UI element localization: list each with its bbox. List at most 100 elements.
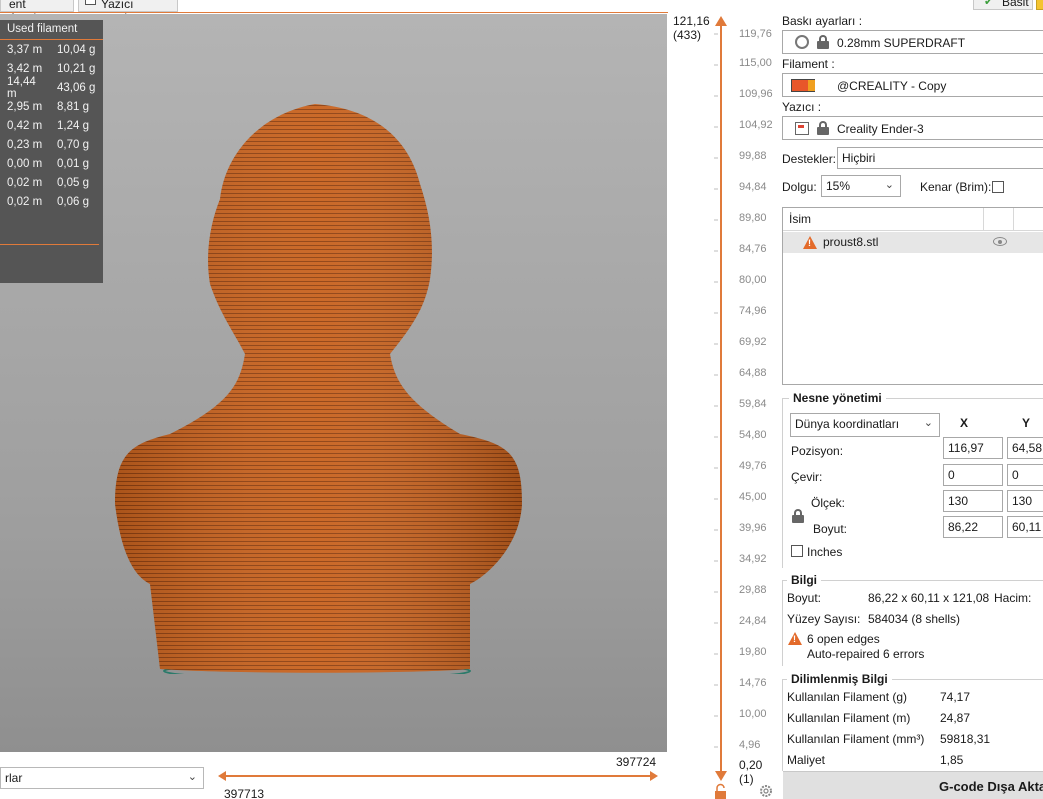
filament-select[interactable]: @CREALITY - Copy [782, 73, 1043, 97]
filament-value: @CREALITY - Copy [837, 79, 947, 93]
name-column-header[interactable]: İsim [789, 212, 811, 226]
export-gcode-label: G-code Dışa Aktar [939, 779, 1043, 794]
layer-tick-label: 14,76 [739, 677, 767, 689]
layer-tick-label: 49,76 [739, 460, 767, 472]
print-settings-select[interactable]: 0.28mm SUPERDRAFT [782, 30, 1043, 54]
horizontal-move-slider[interactable] [218, 770, 658, 782]
layer-tick-label: 64,88 [739, 367, 767, 379]
filament-label: Filament : [782, 57, 835, 71]
legend-row: 2,95 m 8,81 g [0, 97, 103, 116]
position-y-input[interactable]: 64,58 [1007, 437, 1043, 459]
size-y-input[interactable]: 60,11 [1007, 516, 1043, 538]
layer-tick-label: 34,92 [739, 553, 767, 565]
coordinate-system-select[interactable]: Dünya koordinatları ⌄ [790, 413, 940, 437]
infill-select[interactable]: 15% ⌄ [821, 175, 901, 197]
lower-thumb[interactable] [715, 771, 727, 781]
layer-tick-label: 10,00 [739, 708, 767, 720]
filament-color-icon [791, 79, 815, 92]
legend-length: 3,42 m [7, 62, 43, 75]
legend-weight: 0,70 g [57, 138, 89, 151]
gear-icon [795, 35, 809, 49]
lock-icon [817, 35, 829, 49]
check-icon: ✔ [984, 0, 994, 8]
scale-label: Ölçek: [811, 496, 846, 510]
scale-lock-icon[interactable] [792, 509, 804, 523]
printer-icon [795, 122, 809, 135]
position-x-input[interactable]: 116,97 [943, 437, 1003, 459]
print-settings-label: Baskı ayarları : [782, 14, 863, 28]
legend-length: 0,02 m [7, 176, 43, 189]
settings-gear-icon[interactable] [759, 784, 773, 798]
position-x-value: 116,97 [948, 441, 984, 455]
layer-bottom-readout: 0,20 (1) [739, 758, 762, 786]
size-x-input[interactable]: 86,22 [943, 516, 1003, 538]
infill-value: 15% [826, 179, 851, 193]
rotate-x-input[interactable]: 0 [943, 464, 1003, 486]
warning-icon [788, 632, 802, 645]
scale-x-value: 130 [948, 494, 969, 508]
layer-top-readout: 121,16 (433) [673, 14, 710, 42]
basic-mode-button[interactable]: ✔ Basit [973, 0, 1033, 10]
y-axis-header: Y [1022, 416, 1031, 430]
3d-preview-viewport[interactable]: Used filament 3,37 m 10,04 g 3,42 m 10,21 … [0, 14, 667, 752]
used-filament-mm3-value: 59818,31 [940, 732, 991, 746]
scale-y-input[interactable]: 130 [1007, 490, 1043, 512]
layer-tick-label: 74,96 [739, 305, 767, 317]
legend-length: 2,95 m [7, 100, 43, 113]
layer-slider-panel: 121,16 (433) 119,76 115,00 109,96 104,92 … [668, 14, 780, 799]
legend-length: 0,42 m [7, 119, 43, 132]
legend-length: 0,02 m [7, 195, 43, 208]
chevron-down-icon: ⌄ [923, 417, 933, 429]
tab-printer-settings[interactable]: Yazıcı ayarları [78, 0, 178, 25]
warning-icon[interactable] [803, 236, 817, 249]
view-type-select[interactable]: rlar ⌄ [0, 767, 204, 789]
export-gcode-button[interactable]: G-code Dışa Aktar [783, 771, 1043, 799]
lock-icon [817, 121, 829, 135]
layer-tick-label: 69,92 [739, 336, 767, 348]
object-list[interactable]: İsim proust8.stl [782, 207, 1043, 385]
position-y-value: 64,58 [1012, 441, 1043, 455]
layer-tick-label: 19,80 [739, 646, 767, 658]
facets-value: 584034 (8 shells) [868, 612, 961, 626]
app-window: ent Ayarları Yazıcı ayarları Used filame… [0, 0, 1043, 799]
auto-repaired-text: Auto-repaired 6 errors [807, 647, 925, 661]
facets-label: Yüzey Sayısı: [787, 612, 861, 626]
layer-tick-label: 119,76 [739, 28, 772, 40]
object-row[interactable]: proust8.stl [783, 232, 1043, 253]
inches-checkbox[interactable] [791, 545, 803, 557]
lock-icon[interactable] [715, 783, 726, 799]
legend-header: Used filament [0, 20, 103, 40]
eye-icon[interactable] [993, 237, 1007, 246]
legend-row: 0,00 m 0,01 g [0, 154, 103, 173]
upper-thumb[interactable] [715, 16, 727, 26]
move-start-value: 397713 [224, 787, 265, 799]
used-filament-m-label: Kullanılan Filament (m) [787, 711, 911, 725]
legend-row: 14,44 m 43,06 g [0, 76, 103, 100]
legend-row: 0,02 m 0,05 g [0, 173, 103, 192]
cost-value: 1,85 [940, 753, 964, 767]
printer-select[interactable]: Creality Ender-3 [782, 116, 1043, 140]
info-volume-label: Hacim: [994, 591, 1032, 605]
printer-label: Yazıcı : [782, 100, 822, 114]
coordinate-system-value: Dünya koordinatları [795, 417, 900, 431]
supports-value: Hiçbiri [842, 151, 876, 165]
supports-select[interactable]: Hiçbiri [837, 147, 1043, 169]
used-filament-g-value: 74,17 [940, 690, 971, 704]
legend-weight: 0,05 g [57, 176, 89, 189]
legend-length: 0,00 m [7, 157, 43, 170]
layer-tick-label: 39,96 [739, 522, 767, 534]
layer-tick-label: 59,84 [739, 398, 767, 410]
sliced-bust-model[interactable] [110, 74, 530, 674]
top-tab-bar: ent Ayarları Yazıcı ayarları [0, 0, 668, 25]
rotate-y-input[interactable]: 0 [1007, 464, 1043, 486]
vertical-layer-slider[interactable] [708, 14, 738, 799]
scale-x-input[interactable]: 130 [943, 490, 1003, 512]
advanced-mode-button[interactable] [1036, 0, 1043, 10]
object-manipulation-title: Nesne yönetimi [789, 391, 886, 405]
tab-print-settings[interactable]: ent Ayarları [0, 0, 74, 25]
brim-checkbox[interactable] [992, 181, 1004, 193]
object-list-header: İsim [783, 208, 1043, 231]
info-size-label: Boyut: [787, 591, 822, 605]
info-title: Bilgi [787, 573, 821, 587]
rotate-x-value: 0 [948, 468, 955, 482]
